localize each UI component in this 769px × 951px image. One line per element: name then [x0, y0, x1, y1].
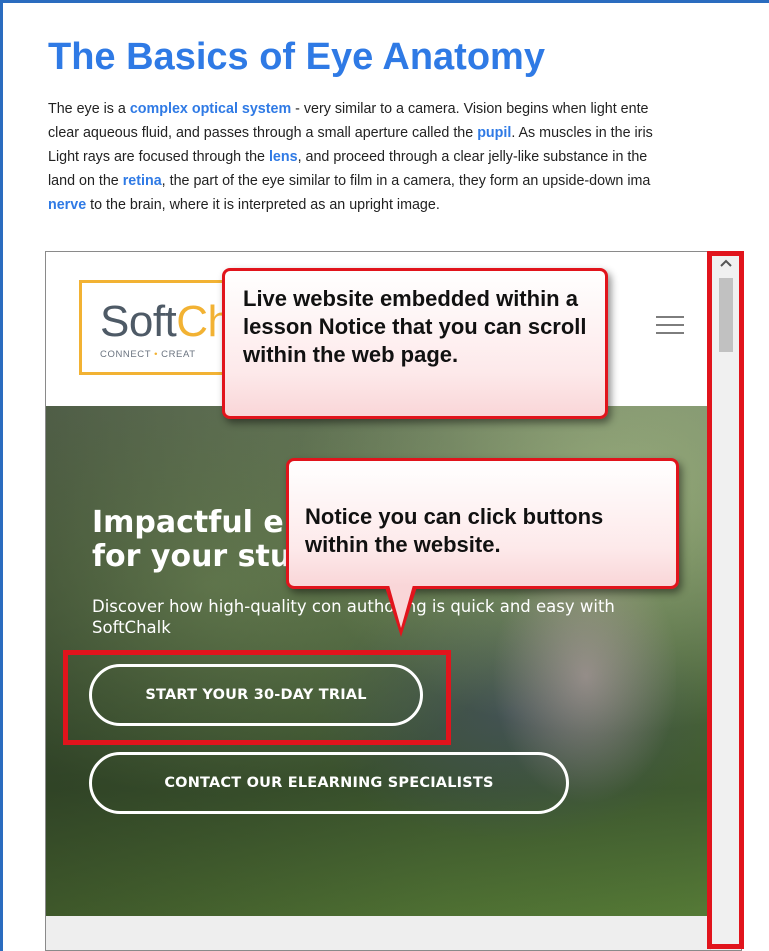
keyword-link[interactable]: retina — [123, 173, 162, 189]
keyword-link[interactable]: pupil — [477, 125, 511, 141]
logo-tagline: CONNECT • CREAT — [100, 349, 196, 360]
paragraph-text: , and proceed through a clear jelly-like… — [297, 149, 648, 165]
paragraph-text: The eye is a — [48, 101, 130, 117]
contact-specialists-button[interactable]: CONTACT OUR ELEARNING SPECIALISTS — [89, 752, 569, 814]
callout-click-buttons: Notice you can click buttons within the … — [286, 458, 679, 589]
paragraph-text: Light rays are focused through the — [48, 149, 269, 165]
paragraph-text: - very similar to a camera. Vision begin… — [291, 101, 649, 117]
embed-scrollbar[interactable] — [710, 252, 741, 950]
paragraph-line: land on the retina, the part of the eye … — [48, 169, 766, 193]
paragraph-text: , the part of the eye similar to film in… — [161, 173, 651, 189]
paragraph-text: land on the — [48, 173, 123, 189]
paragraph-text: to the brain, where it is interpreted as… — [86, 197, 440, 213]
chevron-up-icon[interactable] — [711, 252, 741, 274]
paragraph-line: Light rays are focused through the lens,… — [48, 145, 766, 169]
paragraph-text: . As muscles in the iris — [511, 125, 653, 141]
keyword-link[interactable]: lens — [269, 149, 298, 165]
logo-wordmark: SoftCh — [100, 297, 232, 346]
keyword-link[interactable]: complex optical system — [130, 101, 291, 117]
hero-subtext: Discover how high-quality con authoring … — [92, 597, 615, 637]
scrollbar-thumb[interactable] — [719, 278, 733, 352]
next-section — [46, 916, 710, 950]
paragraph-line: nerve to the brain, where it is interpre… — [48, 193, 766, 217]
paragraph-line: The eye is a complex optical system - ve… — [48, 97, 766, 121]
paragraph-line: clear aqueous fluid, and passes through … — [48, 121, 766, 145]
lesson-paragraph: The eye is a complex optical system - ve… — [48, 97, 766, 217]
hamburger-icon[interactable] — [656, 316, 684, 334]
keyword-link[interactable]: nerve — [48, 197, 86, 213]
start-trial-button[interactable]: START YOUR 30-DAY TRIAL — [89, 664, 423, 726]
paragraph-text: clear aqueous fluid, and passes through … — [48, 125, 478, 141]
callout-live-website: Live website embedded within a lesson No… — [222, 268, 608, 419]
page-title: The Basics of Eye Anatomy — [48, 36, 545, 78]
